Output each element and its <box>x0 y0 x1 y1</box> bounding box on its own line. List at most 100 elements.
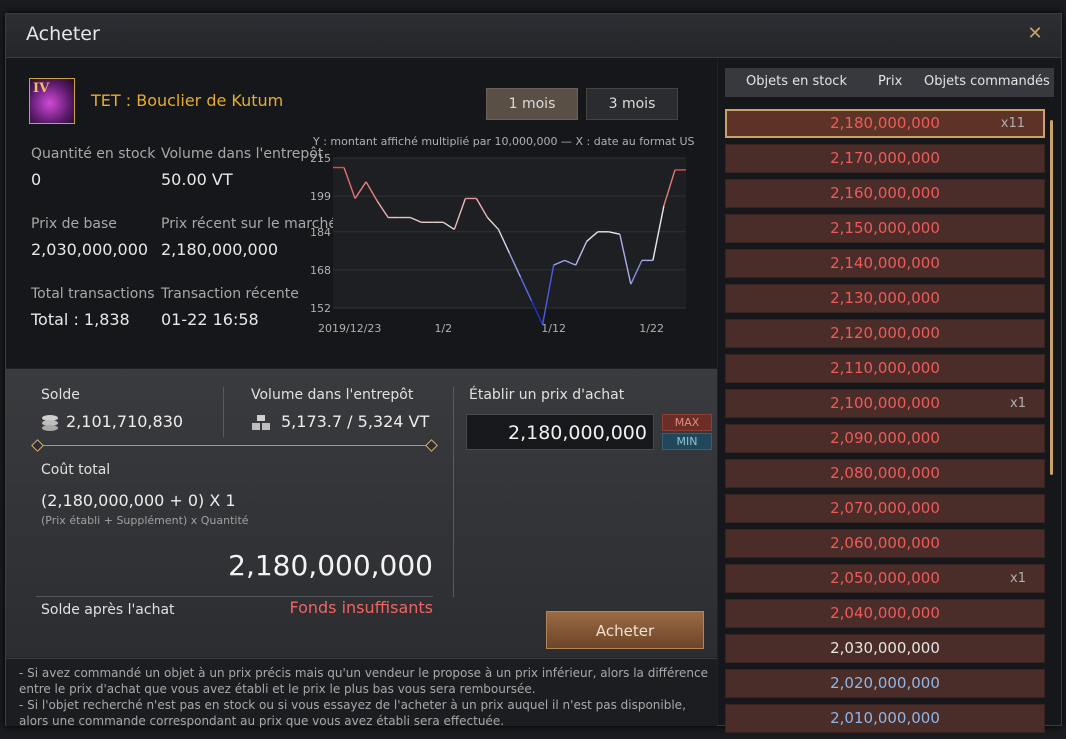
order-row[interactable]: 2,140,000,000 <box>725 249 1045 278</box>
order-row[interactable]: 2,080,000,000 <box>725 459 1045 488</box>
order-row[interactable]: 2,150,000,000 <box>725 214 1045 243</box>
order-price: 2,030,000,000 <box>830 639 940 657</box>
total-transactions-label: Total transactions <box>31 286 155 302</box>
warehouse-volume-label: Volume dans l'entrepôt <box>251 387 414 403</box>
header-price: Prix <box>878 74 903 89</box>
chart-y-tick-label: 168 <box>311 264 331 277</box>
divider <box>453 387 454 597</box>
order-price: 2,160,000,000 <box>830 184 940 202</box>
order-row[interactable]: 2,020,000,000 <box>725 669 1045 698</box>
volume-label: Volume dans l'entrepôt <box>161 146 324 162</box>
order-price: 2,140,000,000 <box>830 254 940 272</box>
recent-transaction-label: Transaction récente <box>161 286 299 302</box>
header-stock: Objets en stock <box>746 74 847 89</box>
order-quantity: x1 <box>1010 571 1026 586</box>
divider <box>36 596 433 597</box>
chart-y-tick-label: 215 <box>311 152 331 165</box>
period-3-months-button[interactable]: 3 mois <box>586 88 678 120</box>
order-row[interactable]: 2,180,000,000 x11 <box>725 109 1045 138</box>
min-price-button[interactable]: MIN <box>662 433 712 450</box>
total-transactions-value: Total : 1,838 <box>31 310 130 329</box>
chart-plot-area <box>333 158 686 308</box>
order-row[interactable]: 2,050,000,000 x1 <box>725 564 1045 593</box>
volume-value: 50.00 VT <box>161 170 233 189</box>
note-order: - Si l'objet recherché n'est pas en stoc… <box>19 698 686 728</box>
order-price: 2,050,000,000 <box>830 569 940 587</box>
slider-max-handle[interactable] <box>425 439 438 452</box>
order-row[interactable]: 2,160,000,000 <box>725 179 1045 208</box>
order-row[interactable]: 2,170,000,000 <box>725 144 1045 173</box>
order-row[interactable]: 2,060,000,000 <box>725 529 1045 558</box>
buy-button[interactable]: Acheter <box>546 611 704 649</box>
chart-caption: Y : montant affiché multiplié par 10,000… <box>313 135 695 148</box>
window-title: Acheter <box>26 23 100 45</box>
order-price: 2,020,000,000 <box>830 674 940 692</box>
stock-value: 0 <box>31 170 42 189</box>
warehouse-volume-value: 5,173.7 / 5,324 VT <box>281 412 430 431</box>
item-name: TET : Bouclier de Kutum <box>91 91 284 110</box>
order-price: 2,040,000,000 <box>830 604 940 622</box>
order-quantity: x1 <box>1010 396 1026 411</box>
total-cost-label: Coût total <box>41 462 111 478</box>
order-price: 2,150,000,000 <box>830 219 940 237</box>
purchase-price-input[interactable]: 2,180,000,000 <box>466 414 654 450</box>
order-row[interactable]: 2,010,000,000 <box>725 704 1045 733</box>
max-price-button[interactable]: MAX <box>662 414 712 431</box>
recent-transaction-value: 01-22 16:58 <box>161 310 259 329</box>
period-1-month-button[interactable]: 1 mois <box>486 88 578 120</box>
insufficient-funds-text: Fonds insuffisants <box>289 598 433 617</box>
order-price: 2,100,000,000 <box>830 394 940 412</box>
chart-y-tick-label: 199 <box>311 190 331 203</box>
order-price: 2,070,000,000 <box>830 499 940 517</box>
stock-label: Quantité en stock <box>31 146 156 162</box>
order-book-header: Objets en stock Prix Objets commandés <box>725 68 1054 97</box>
balance-value: 2,101,710,830 <box>66 412 184 431</box>
order-row[interactable]: 2,040,000,000 <box>725 599 1045 628</box>
order-price: 2,090,000,000 <box>830 429 940 447</box>
chart-y-tick-label: 152 <box>311 302 331 315</box>
cost-formula: (2,180,000,000 + 0) X 1 <box>41 491 236 510</box>
order-row[interactable]: 2,110,000,000 <box>725 354 1045 383</box>
order-row[interactable]: 2,130,000,000 <box>725 284 1045 313</box>
base-price-value: 2,030,000,000 <box>31 240 149 259</box>
order-price: 2,130,000,000 <box>830 289 940 307</box>
purchase-panel: Solde 2,101,710,830 Volume dans l'entrep… <box>6 369 717 657</box>
chart-x-tick-label: 1/12 <box>541 322 566 335</box>
order-quantity: x11 <box>1000 116 1025 131</box>
order-row[interactable]: 2,070,000,000 <box>725 494 1045 523</box>
note-refund: - Si avez commandé un objet à un prix pr… <box>19 666 708 696</box>
cost-formula-hint: (Prix établi + Supplément) x Quantité <box>41 514 249 527</box>
scrollbar[interactable] <box>1050 120 1053 475</box>
recent-price-value: 2,180,000,000 <box>161 240 279 259</box>
slider-min-handle[interactable] <box>31 439 44 452</box>
order-row[interactable]: 2,120,000,000 <box>725 319 1045 348</box>
silver-coins-icon <box>41 414 59 436</box>
notes-panel: - Si avez commandé un objet à un prix pr… <box>6 658 717 728</box>
price-history-chart: 152 168 184 199 215 2019/12/23 1/2 1/12 1/22 <box>311 152 686 335</box>
order-price: 2,120,000,000 <box>830 324 940 342</box>
total-cost-value: 2,180,000,000 <box>228 549 433 582</box>
order-row[interactable]: 2,030,000,000 <box>725 634 1045 663</box>
order-price: 2,010,000,000 <box>830 709 940 727</box>
item-tier: IV <box>33 81 50 96</box>
chart-y-tick-label: 184 <box>311 226 331 239</box>
close-icon[interactable]: ✕ <box>1025 24 1045 44</box>
item-icon: IV <box>29 78 75 124</box>
balance-label: Solde <box>41 387 80 403</box>
order-price: 2,060,000,000 <box>830 534 940 552</box>
chart-x-tick-label: 1/2 <box>434 322 452 335</box>
quantity-slider[interactable] <box>36 445 432 446</box>
base-price-label: Prix de base <box>31 216 117 232</box>
divider <box>223 387 224 437</box>
balance-after-label: Solde après l'achat <box>41 602 175 618</box>
chart-x-tick-label: 2019/12/23 <box>318 322 381 335</box>
set-price-label: Établir un prix d'achat <box>469 387 625 403</box>
buy-window: Acheter ✕ IV TET : Bouclier de Kutum 1 m… <box>5 13 1062 733</box>
chart-x-tick-label: 1/22 <box>639 322 664 335</box>
title-bar: Acheter ✕ <box>6 14 1061 58</box>
order-price: 2,170,000,000 <box>830 149 940 167</box>
order-book-panel: Objets en stock Prix Objets commandés 2,… <box>718 58 1061 733</box>
order-row[interactable]: 2,090,000,000 <box>725 424 1045 453</box>
order-row[interactable]: 2,100,000,000 x1 <box>725 389 1045 418</box>
order-book-list: 2,180,000,000 x11 2,170,000,000 2,160,000,0… <box>725 109 1045 739</box>
